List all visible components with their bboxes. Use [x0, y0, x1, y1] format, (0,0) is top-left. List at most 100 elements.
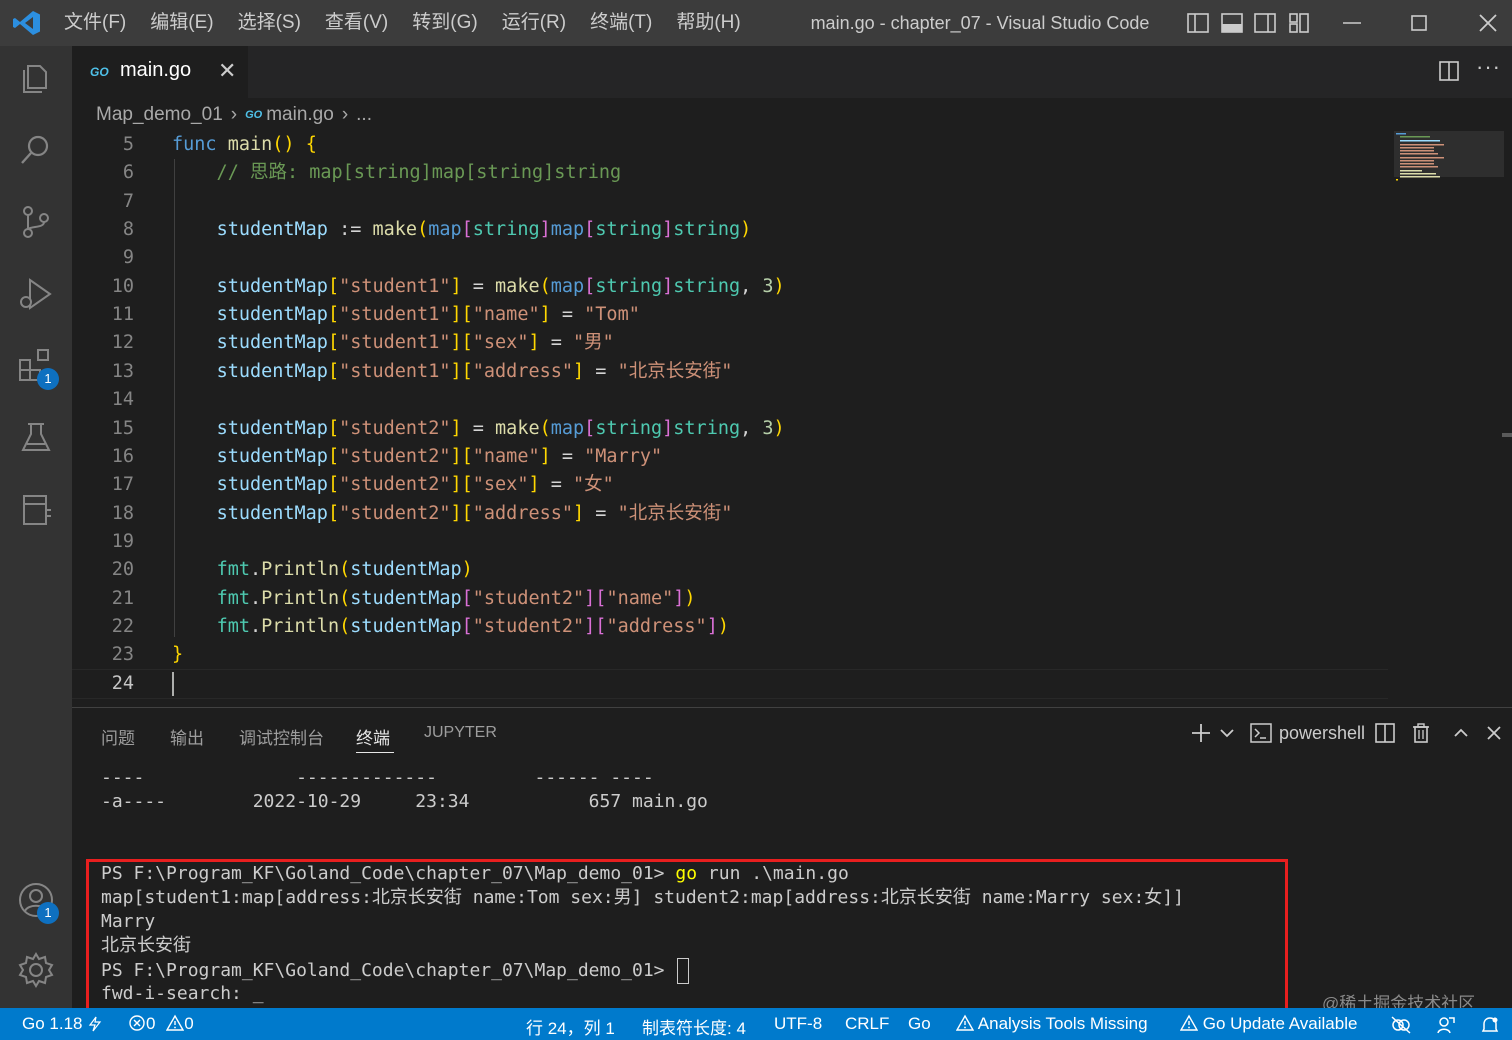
feedback-icon[interactable] — [1436, 1015, 1456, 1035]
notifications-bell-icon[interactable] — [1480, 1015, 1500, 1035]
line-number: 19 — [111, 530, 134, 552]
minimap[interactable] — [1392, 131, 1504, 191]
code-line: 14 — [72, 386, 1392, 414]
line-number: 17 — [111, 474, 134, 496]
status-analysis-tools[interactable]: Analysis Tools Missing — [955, 1014, 1148, 1034]
code-text: studentMap["student1"]["address"] = "北京长… — [216, 360, 733, 382]
status-bar: Go 1.18 0 0 行 24，列 1 制表符长度: 4 UTF-8 CRLF… — [0, 1008, 1512, 1040]
status-problems[interactable]: 0 0 — [128, 1014, 194, 1034]
menu-help[interactable]: 帮助(H) — [664, 0, 752, 46]
line-number: 22 — [111, 615, 134, 637]
maximize-icon[interactable] — [1407, 11, 1431, 35]
breadcrumb-file[interactable]: main.go — [266, 104, 334, 126]
status-eol[interactable]: CRLF — [845, 1014, 889, 1034]
tab-problems[interactable]: 问题 — [101, 724, 135, 749]
split-editor-icon[interactable] — [1438, 60, 1460, 82]
menu-edit[interactable]: 编辑(E) — [138, 0, 225, 46]
status-go-version[interactable]: Go 1.18 — [22, 1014, 83, 1034]
text-cursor — [172, 672, 174, 696]
code-text: func main() { — [172, 134, 317, 155]
active-tab-underline — [356, 752, 394, 753]
code-line: 8 studentMap := make(map[string]map[stri… — [72, 216, 1392, 244]
new-terminal-icon[interactable] — [1190, 722, 1212, 744]
gear-icon[interactable] — [16, 950, 56, 990]
toggle-secondary-sidebar-icon[interactable] — [1253, 11, 1277, 35]
testing-icon[interactable] — [16, 418, 56, 458]
code-editor[interactable]: 5 func main() {6 // 思路: map[string]map[st… — [72, 131, 1512, 706]
vertical-scrollbar[interactable] — [1502, 433, 1512, 437]
line-number: 12 — [111, 332, 134, 354]
line-number: 15 — [111, 417, 134, 439]
tab-main-go[interactable]: GO main.go ✕ — [72, 46, 248, 98]
menu-run[interactable]: 运行(R) — [490, 0, 578, 46]
status-language[interactable]: Go — [908, 1014, 931, 1034]
line-number: 8 — [122, 219, 134, 241]
code-text: // 思路: map[string]map[string]string — [172, 162, 622, 184]
warning-count: 0 — [184, 1014, 194, 1033]
line-number: 23 — [111, 644, 134, 666]
menu-go[interactable]: 转到(G) — [400, 0, 489, 46]
title-bar: 文件(F) 编辑(E) 选择(S) 查看(V) 转到(G) 运行(R) 终端(T… — [0, 0, 1512, 46]
tab-debug-console[interactable]: 调试控制台 — [239, 724, 324, 749]
extensions-badge: 1 — [37, 368, 59, 390]
analysis-tools-label: Analysis Tools Missing — [977, 1014, 1148, 1033]
code-text: studentMap["student2"]["sex"] = "女" — [216, 474, 614, 496]
code-text: fmt.Println(studentMap) — [216, 559, 473, 581]
terminal-shell-label[interactable]: powershell — [1279, 723, 1365, 744]
search-icon[interactable] — [16, 130, 56, 170]
code-line: 10 studentMap["student1"] = make(map[str… — [72, 273, 1392, 301]
status-go-update[interactable]: Go Update Available — [1179, 1014, 1357, 1034]
toggle-panel-icon[interactable] — [1220, 11, 1244, 35]
line-number: 11 — [111, 304, 134, 326]
tab-jupyter[interactable]: JUPYTER — [424, 724, 497, 742]
breadcrumb-more[interactable]: ... — [356, 104, 372, 126]
menu-view[interactable]: 查看(V) — [313, 0, 400, 46]
tab-close-icon[interactable]: ✕ — [218, 58, 236, 84]
breadcrumb-folder[interactable]: Map_demo_01 — [96, 104, 223, 126]
minimize-icon[interactable] — [1340, 11, 1364, 35]
code-line: 13 studentMap["student1"]["address"] = "… — [72, 358, 1392, 386]
code-line: 21 fmt.Println(studentMap["student2"]["n… — [72, 585, 1392, 613]
vscode-logo-icon — [13, 11, 40, 35]
code-line: 11 studentMap["student1"]["name"] = "Tom… — [72, 301, 1392, 329]
code-text: } — [172, 644, 184, 666]
tab-output[interactable]: 输出 — [170, 724, 204, 749]
code-line: 22 fmt.Println(studentMap["student2"]["a… — [72, 613, 1392, 641]
code-text: studentMap["student1"]["sex"] = "男" — [216, 332, 614, 354]
editor-tabs: GO main.go ✕ ··· — [72, 46, 1512, 98]
terminal-icon — [1250, 723, 1272, 743]
remote-explorer-icon[interactable] — [16, 490, 56, 530]
split-terminal-icon[interactable] — [1374, 722, 1396, 744]
go-file-icon: GO — [90, 65, 109, 79]
line-number: 13 — [111, 360, 134, 382]
status-cursor-position[interactable]: 行 24，列 1 — [526, 1014, 615, 1039]
more-actions-icon[interactable]: ··· — [1476, 54, 1501, 80]
menu-terminal[interactable]: 终端(T) — [578, 0, 664, 46]
close-window-icon[interactable] — [1476, 11, 1500, 35]
run-and-debug-icon[interactable] — [16, 274, 56, 314]
source-control-icon[interactable] — [16, 202, 56, 242]
chevron-up-icon[interactable] — [1450, 722, 1472, 744]
tab-terminal[interactable]: 终端 — [356, 724, 390, 749]
line-number: 18 — [111, 502, 134, 524]
status-tab-size[interactable]: 制表符长度: 4 — [642, 1014, 746, 1039]
live-share-off-icon[interactable] — [1390, 1015, 1412, 1035]
lightning-icon[interactable] — [88, 1016, 102, 1032]
code-text: studentMap["student1"] = make(map[string… — [216, 275, 785, 297]
toggle-primary-sidebar-icon[interactable] — [1186, 11, 1210, 35]
customize-layout-icon[interactable] — [1287, 11, 1311, 35]
menu-selection[interactable]: 选择(S) — [226, 0, 313, 46]
warning-icon — [165, 1014, 185, 1031]
menu-file[interactable]: 文件(F) — [52, 0, 138, 46]
line-number: 6 — [122, 162, 134, 184]
chevron-right-icon: › — [341, 104, 349, 125]
code-text: fmt.Println(studentMap["student2"]["addr… — [216, 615, 729, 637]
chevron-down-icon[interactable] — [1216, 722, 1238, 744]
error-count: 0 — [146, 1014, 156, 1033]
close-panel-icon[interactable] — [1483, 722, 1505, 744]
explorer-icon[interactable] — [16, 58, 56, 98]
code-text: studentMap["student2"]["name"] = "Marry" — [216, 445, 663, 467]
warning-icon — [1179, 1014, 1199, 1031]
status-encoding[interactable]: UTF-8 — [774, 1014, 822, 1034]
trash-icon[interactable] — [1410, 722, 1432, 744]
